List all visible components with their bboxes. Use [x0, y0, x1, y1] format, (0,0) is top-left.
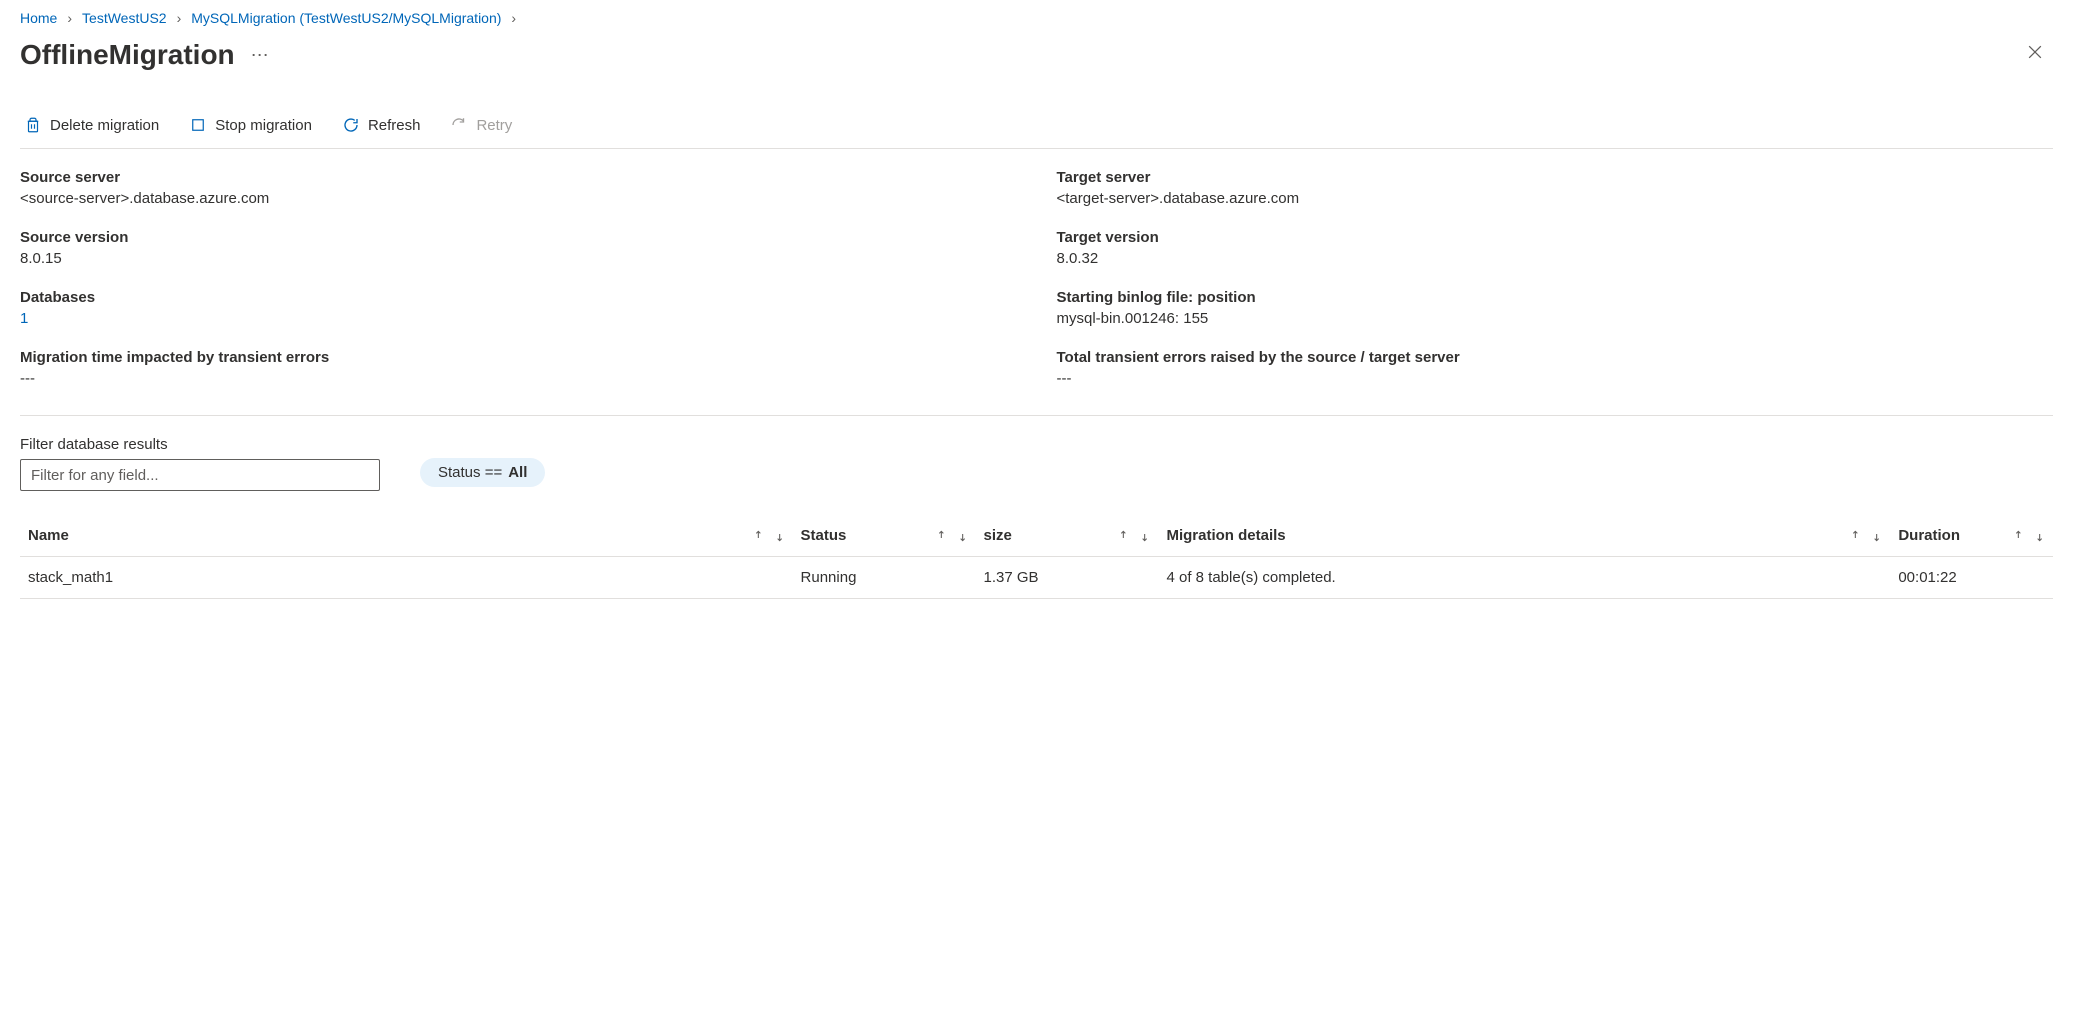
col-header-duration[interactable]: Duration	[1898, 527, 1960, 544]
col-header-status[interactable]: Status	[801, 527, 847, 544]
filter-input[interactable]	[20, 459, 380, 491]
col-header-name[interactable]: Name	[28, 527, 69, 544]
close-icon	[2025, 42, 2045, 62]
close-button[interactable]	[2017, 38, 2053, 72]
sort-icon[interactable]	[753, 528, 785, 544]
page-title: OfflineMigration	[20, 39, 235, 71]
sort-icon[interactable]	[936, 528, 968, 544]
delete-migration-button[interactable]: Delete migration	[20, 114, 163, 136]
detail-target-version-label: Target version	[1057, 229, 2054, 246]
detail-source-server-value: <source-server>.database.azure.com	[20, 190, 1017, 207]
col-header-details[interactable]: Migration details	[1166, 527, 1285, 544]
refresh-button[interactable]: Refresh	[338, 114, 425, 136]
detail-source-version: Source version 8.0.15	[20, 229, 1017, 267]
cell-name: stack_math1	[20, 557, 793, 599]
chevron-right-icon: ›	[177, 10, 182, 26]
detail-target-server: Target server <target-server>.database.a…	[1057, 169, 2054, 207]
databases-table: Name Status si	[20, 515, 2053, 599]
status-filter-pill[interactable]: Status == All	[420, 458, 545, 487]
toolbar: Delete migration Stop migration Refresh …	[20, 114, 2053, 149]
table-row[interactable]: stack_math1 Running 1.37 GB 4 of 8 table…	[20, 557, 2053, 599]
breadcrumb-testwestus2[interactable]: TestWestUS2	[82, 10, 167, 26]
sort-icon[interactable]	[2013, 528, 2045, 544]
refresh-label: Refresh	[368, 117, 421, 134]
cell-status: Running	[793, 557, 976, 599]
status-filter-value: All	[508, 464, 527, 481]
status-filter-prefix: Status ==	[438, 464, 502, 481]
retry-label: Retry	[476, 117, 512, 134]
detail-source-server-label: Source server	[20, 169, 1017, 186]
detail-source-version-label: Source version	[20, 229, 1017, 246]
detail-target-server-value: <target-server>.database.azure.com	[1057, 190, 2054, 207]
detail-binlog: Starting binlog file: position mysql-bin…	[1057, 289, 2054, 327]
detail-databases-label: Databases	[20, 289, 1017, 306]
refresh-icon	[342, 116, 360, 134]
retry-icon	[450, 116, 468, 134]
detail-migration-time-label: Migration time impacted by transient err…	[20, 349, 1017, 366]
stop-migration-label: Stop migration	[215, 117, 312, 134]
detail-migration-time: Migration time impacted by transient err…	[20, 349, 1017, 387]
delete-icon	[24, 116, 42, 134]
more-actions-button[interactable]: ⋯	[251, 45, 271, 66]
delete-migration-label: Delete migration	[50, 117, 159, 134]
breadcrumb-home[interactable]: Home	[20, 10, 57, 26]
detail-transient-errors-label: Total transient errors raised by the sou…	[1057, 349, 2054, 366]
stop-icon	[189, 116, 207, 134]
detail-databases: Databases 1	[20, 289, 1017, 327]
cell-duration: 00:01:22	[1890, 557, 2053, 599]
detail-transient-errors: Total transient errors raised by the sou…	[1057, 349, 2054, 387]
stop-migration-button[interactable]: Stop migration	[185, 114, 316, 136]
detail-binlog-value: mysql-bin.001246: 155	[1057, 310, 2054, 327]
detail-target-version: Target version 8.0.32	[1057, 229, 2054, 267]
filter-row: Filter database results Status == All	[20, 436, 2053, 491]
retry-button: Retry	[446, 114, 516, 136]
detail-source-version-value: 8.0.15	[20, 250, 1017, 267]
chevron-right-icon: ›	[511, 10, 516, 26]
detail-databases-value[interactable]: 1	[20, 310, 1017, 327]
detail-migration-time-value: ---	[20, 370, 1017, 387]
detail-binlog-label: Starting binlog file: position	[1057, 289, 2054, 306]
col-header-size[interactable]: size	[984, 527, 1012, 544]
chevron-right-icon: ›	[67, 10, 72, 26]
filter-label: Filter database results	[20, 436, 380, 453]
sort-icon[interactable]	[1118, 528, 1150, 544]
cell-size: 1.37 GB	[976, 557, 1159, 599]
detail-source-server: Source server <source-server>.database.a…	[20, 169, 1017, 207]
cell-details: 4 of 8 table(s) completed.	[1158, 557, 1890, 599]
details-panel: Source server <source-server>.database.a…	[20, 169, 2053, 416]
sort-icon[interactable]	[1850, 528, 1882, 544]
detail-target-server-label: Target server	[1057, 169, 2054, 186]
detail-target-version-value: 8.0.32	[1057, 250, 2054, 267]
breadcrumb: Home › TestWestUS2 › MySQLMigration (Tes…	[20, 10, 2053, 26]
breadcrumb-mysqlmigration[interactable]: MySQLMigration (TestWestUS2/MySQLMigrati…	[191, 10, 501, 26]
detail-transient-errors-value: ---	[1057, 370, 2054, 387]
